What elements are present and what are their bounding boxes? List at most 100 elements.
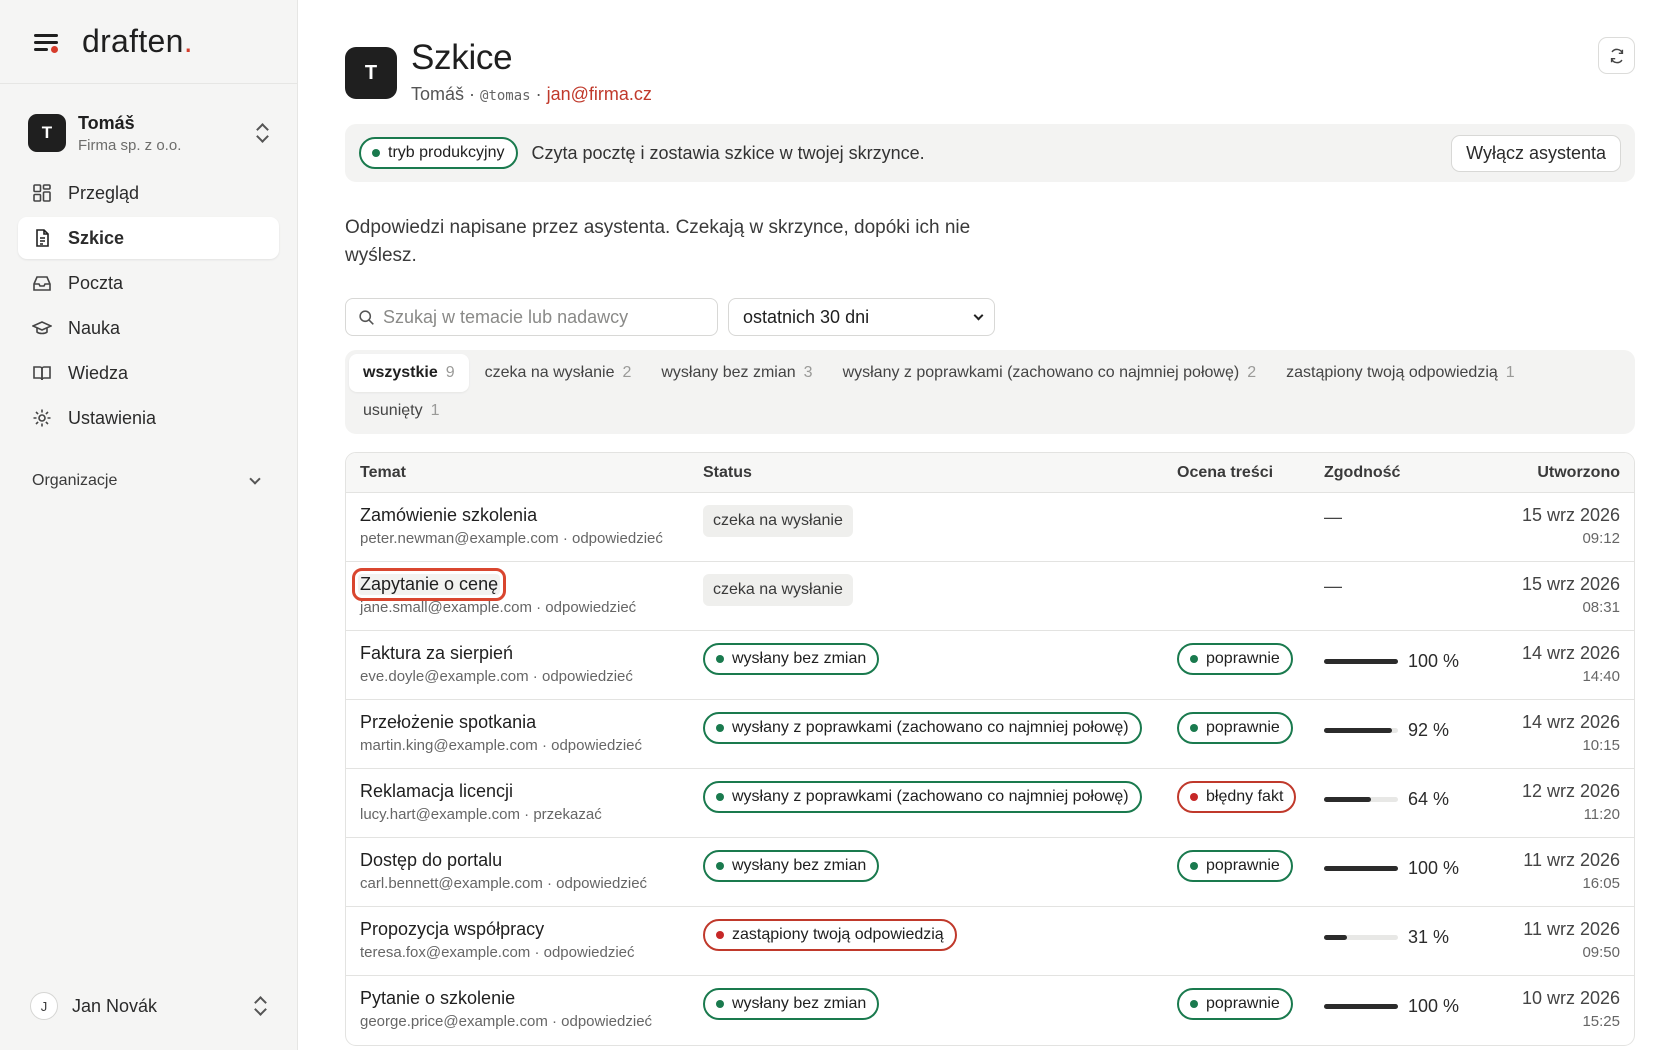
graduation-cap-icon [32, 318, 52, 338]
column-header[interactable]: Temat [346, 464, 703, 482]
match-percent: 100 % [1408, 996, 1460, 1016]
user-name: Jan Novák [72, 995, 158, 1016]
table-row[interactable]: Propozycja współpracy teresa.fox@example.… [346, 907, 1634, 976]
menu-icon[interactable] [32, 30, 60, 54]
status-badge: tryb produkcyjny [359, 137, 518, 169]
rating-badge: poprawnie [1177, 988, 1293, 1020]
match-indicator: 64 % [1324, 781, 1476, 810]
sidebar-item-poczta[interactable]: Poczta [18, 262, 279, 304]
chevron-up-down-icon [253, 996, 267, 1016]
tab-wyslany-bez-zmian[interactable]: wysłany bez zmian 3 [647, 354, 826, 392]
status-tabs: wszystkie 9 czeka na wysłanie 2 wysłany be… [345, 350, 1635, 434]
sidebar-item-przeglad[interactable]: Przegląd [18, 172, 279, 214]
tab-wszystkie[interactable]: wszystkie 9 [349, 354, 469, 392]
row-subject[interactable]: Przełożenie spotkania [360, 712, 536, 733]
avatar: T [345, 47, 397, 99]
match-empty: — [1324, 507, 1342, 527]
row-subject[interactable]: Propozycja współpracy [360, 919, 544, 940]
row-subject[interactable]: Reklamacja licencji [360, 781, 513, 802]
table-row[interactable]: Dostęp do portalu carl.bennett@example.co… [346, 838, 1634, 907]
account-org: Firma sp. z o.o. [78, 136, 182, 154]
match-bar [1324, 1004, 1398, 1009]
account-switcher[interactable]: T Tomáš Firma sp. z o.o. [18, 102, 279, 164]
tab-czeka-na-wyslanie[interactable]: czeka na wysłanie 2 [471, 354, 646, 392]
row-subject[interactable]: Zapytanie o cenę [351, 568, 507, 601]
sidebar-item-label: Poczta [68, 272, 124, 293]
disable-assistant-button[interactable]: Wyłącz asystenta [1451, 134, 1621, 172]
row-date: 15 wrz 2026 [1521, 505, 1620, 525]
inbox-icon [32, 273, 52, 293]
table-row[interactable]: Zamówienie szkolenia peter.newman@example… [346, 493, 1634, 562]
match-bar-fill [1324, 659, 1398, 664]
banner-text: Czyta pocztę i zostawia szkice w twojej … [531, 142, 925, 163]
row-date: 12 wrz 2026 [1521, 781, 1620, 801]
organizations-section[interactable]: Organizacje [18, 469, 279, 493]
status-badge: wysłany bez zmian [703, 643, 880, 675]
row-date: 11 wrz 2026 [1523, 919, 1620, 939]
row-date: 10 wrz 2026 [1521, 988, 1620, 1008]
row-subject[interactable]: Dostęp do portalu [360, 850, 502, 871]
sidebar-item-label: Przegląd [68, 182, 140, 203]
table-row[interactable]: Zapytanie o cenę jane.small@example.com ·… [346, 562, 1634, 631]
brand-logo[interactable]: draften. [82, 23, 193, 60]
rating-badge: poprawnie [1177, 643, 1293, 675]
match-indicator: 31 % [1324, 919, 1476, 948]
row-time: 11:20 [1583, 806, 1620, 823]
row-sender: martin.king@example.com · odpowiedzieć [360, 737, 643, 754]
tab-zastapiony[interactable]: zastąpiony twoją odpowiedzią 1 [1272, 354, 1529, 392]
match-indicator: 100 % [1324, 988, 1476, 1017]
user-name: Tomáš [411, 84, 465, 104]
column-header[interactable]: Zgodność [1324, 464, 1476, 482]
account-avatar: T [28, 114, 66, 152]
row-sender: carl.bennett@example.com · odpowiedzieć [360, 875, 648, 892]
column-header[interactable]: Status [703, 464, 1177, 482]
match-percent: 64 % [1408, 789, 1450, 809]
table-row[interactable]: Przełożenie spotkania martin.king@example… [346, 700, 1634, 769]
refresh-button[interactable] [1598, 37, 1635, 74]
search-box[interactable] [345, 298, 718, 336]
status-badge: wysłany z poprawkami (zachowano co najmn… [703, 712, 1142, 744]
match-indicator: 92 % [1324, 712, 1476, 741]
date-range-select[interactable]: ostatnich 30 dni [728, 298, 995, 336]
row-time: 16:05 [1582, 875, 1620, 892]
match-bar-fill [1324, 935, 1347, 940]
row-time: 09:12 [1582, 530, 1620, 547]
sidebar: draften. T Tomáš Firma sp. z o.o. Przegl… [0, 0, 298, 1050]
match-percent: 100 % [1408, 651, 1460, 671]
match-bar-fill [1324, 866, 1398, 871]
row-subject[interactable]: Zamówienie szkolenia [360, 505, 537, 526]
table-header: Temat Status Ocena treści Zgodność Utwor… [346, 453, 1634, 493]
user-email[interactable]: jan@firma.cz [547, 84, 652, 104]
match-bar [1324, 797, 1398, 802]
row-subject[interactable]: Pytanie o szkolenie [360, 988, 515, 1009]
sidebar-item-label: Szkice [68, 227, 125, 248]
column-header[interactable]: Utworzono [1476, 464, 1634, 482]
match-percent: 92 % [1408, 720, 1450, 740]
row-date: 14 wrz 2026 [1521, 712, 1620, 732]
column-header[interactable]: Ocena treści [1177, 464, 1324, 482]
tab-wyslany-z-poprawkami[interactable]: wysłany z poprawkami (zachowano co najmn… [829, 354, 1271, 392]
sidebar-item-wiedza[interactable]: Wiedza [18, 352, 279, 394]
chevron-down-icon [973, 310, 984, 320]
row-time: 15:25 [1582, 1013, 1620, 1030]
rating-badge: poprawnie [1177, 712, 1293, 744]
search-input[interactable] [383, 306, 693, 328]
table-row[interactable]: Reklamacja licencji lucy.hart@example.com… [346, 769, 1634, 838]
document-icon [32, 228, 52, 248]
table-row[interactable]: Faktura za sierpień eve.doyle@example.com… [346, 631, 1634, 700]
dashboard-icon [32, 183, 52, 203]
status-badge: wysłany bez zmian [703, 850, 880, 882]
match-bar [1324, 935, 1398, 940]
sidebar-item-szkice[interactable]: Szkice [18, 217, 279, 259]
user-menu[interactable]: J Jan Novák [18, 982, 279, 1030]
row-subject[interactable]: Faktura za sierpień [360, 643, 513, 664]
sidebar-item-ustawienia[interactable]: Ustawienia [18, 397, 279, 439]
table-row[interactable]: Pytanie o szkolenie george.price@example.… [346, 976, 1634, 1045]
match-percent: 100 % [1408, 858, 1460, 878]
sidebar-item-nauka[interactable]: Nauka [18, 307, 279, 349]
main-content: T Szkice Tomáš · @tomas · jan@firma.cz t… [345, 0, 1635, 1046]
status-badge: wysłany bez zmian [703, 988, 880, 1020]
tab-usuniety[interactable]: usunięty 1 [349, 392, 454, 430]
row-date: 15 wrz 2026 [1521, 574, 1620, 594]
row-sender: teresa.fox@example.com · odpowiedzieć [360, 944, 635, 961]
